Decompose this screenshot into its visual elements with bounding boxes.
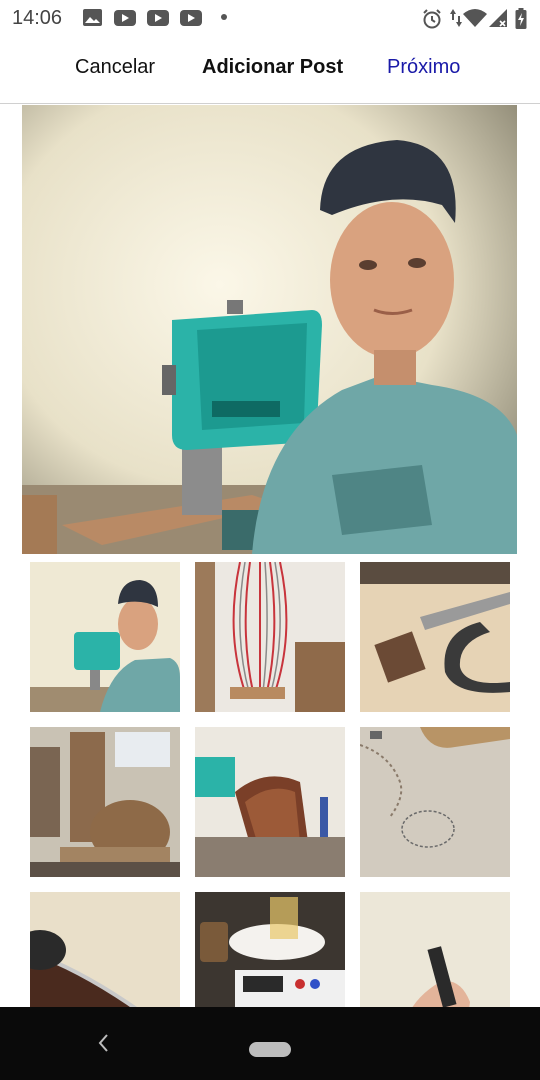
gallery-thumbnail[interactable]: [195, 727, 345, 877]
home-pill-icon[interactable]: [249, 1042, 291, 1057]
wifi-icon: [463, 9, 487, 27]
top-bar: Cancelar Adicionar Post Próximo: [0, 36, 540, 104]
next-button[interactable]: Próximo: [387, 56, 460, 79]
gallery-thumbnail[interactable]: [195, 562, 345, 712]
selected-photo-preview[interactable]: [22, 105, 517, 554]
gallery-thumbnail[interactable]: [360, 727, 510, 877]
status-time: 14:06: [12, 7, 63, 29]
alarm-icon: [423, 9, 441, 29]
signal-icon: [489, 9, 507, 27]
dot-icon: [221, 14, 227, 20]
gallery-thumbnail[interactable]: [360, 562, 510, 712]
gallery-thumbnail[interactable]: [30, 562, 180, 712]
page-title: Adicionar Post: [202, 56, 344, 78]
gallery-thumbnail[interactable]: [30, 727, 180, 877]
battery-icon: [515, 8, 527, 29]
youtube-icon: [147, 10, 169, 26]
system-nav-bar: [0, 1007, 540, 1080]
youtube-icon: [180, 10, 202, 26]
status-bar: 14:06: [0, 0, 540, 36]
image-icon: [83, 9, 102, 26]
chevron-left-icon[interactable]: [94, 1031, 112, 1055]
youtube-icon: [114, 10, 136, 26]
data-arrows-icon: [450, 9, 462, 27]
cancel-button[interactable]: Cancelar: [75, 56, 155, 79]
